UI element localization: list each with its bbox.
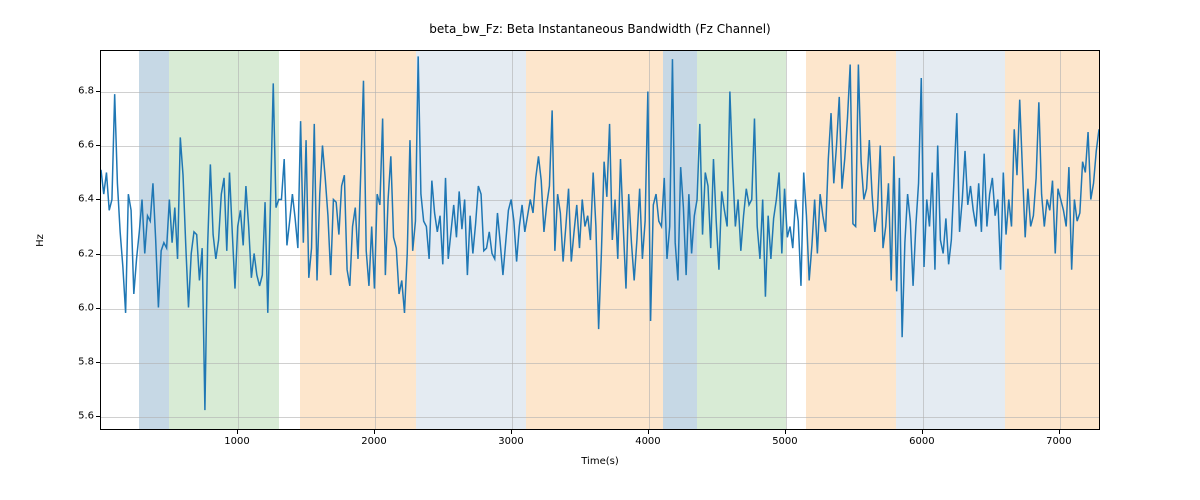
tick-mark bbox=[785, 430, 786, 434]
tick-mark bbox=[1059, 430, 1060, 434]
tick-mark bbox=[96, 145, 100, 146]
y-tick-label: 6.4 bbox=[54, 194, 94, 205]
x-tick-label: 4000 bbox=[635, 436, 660, 447]
figure: beta_bw_Fz: Beta Instantaneous Bandwidth… bbox=[0, 0, 1200, 500]
y-axis-label: Hz bbox=[34, 50, 47, 430]
tick-mark bbox=[374, 430, 375, 434]
tick-mark bbox=[511, 430, 512, 434]
x-tick-label: 2000 bbox=[361, 436, 386, 447]
x-tick-label: 6000 bbox=[909, 436, 934, 447]
tick-mark bbox=[96, 199, 100, 200]
tick-mark bbox=[96, 91, 100, 92]
data-line bbox=[101, 51, 1099, 429]
tick-mark bbox=[648, 430, 649, 434]
tick-mark bbox=[96, 416, 100, 417]
tick-mark bbox=[237, 430, 238, 434]
plot-area bbox=[100, 50, 1100, 430]
y-tick-label: 6.0 bbox=[54, 302, 94, 313]
y-tick-label: 6.8 bbox=[54, 85, 94, 96]
chart-title: beta_bw_Fz: Beta Instantaneous Bandwidth… bbox=[0, 22, 1200, 36]
tick-mark bbox=[96, 362, 100, 363]
y-tick-label: 5.8 bbox=[54, 357, 94, 368]
x-axis-label: Time(s) bbox=[100, 456, 1100, 467]
x-tick-label: 5000 bbox=[772, 436, 797, 447]
tick-mark bbox=[96, 308, 100, 309]
x-tick-label: 3000 bbox=[498, 436, 523, 447]
y-tick-label: 6.2 bbox=[54, 248, 94, 259]
x-tick-label: 7000 bbox=[1046, 436, 1071, 447]
tick-mark bbox=[922, 430, 923, 434]
x-tick-label: 1000 bbox=[224, 436, 249, 447]
tick-mark bbox=[96, 254, 100, 255]
y-tick-label: 6.6 bbox=[54, 140, 94, 151]
y-tick-label: 5.6 bbox=[54, 411, 94, 422]
